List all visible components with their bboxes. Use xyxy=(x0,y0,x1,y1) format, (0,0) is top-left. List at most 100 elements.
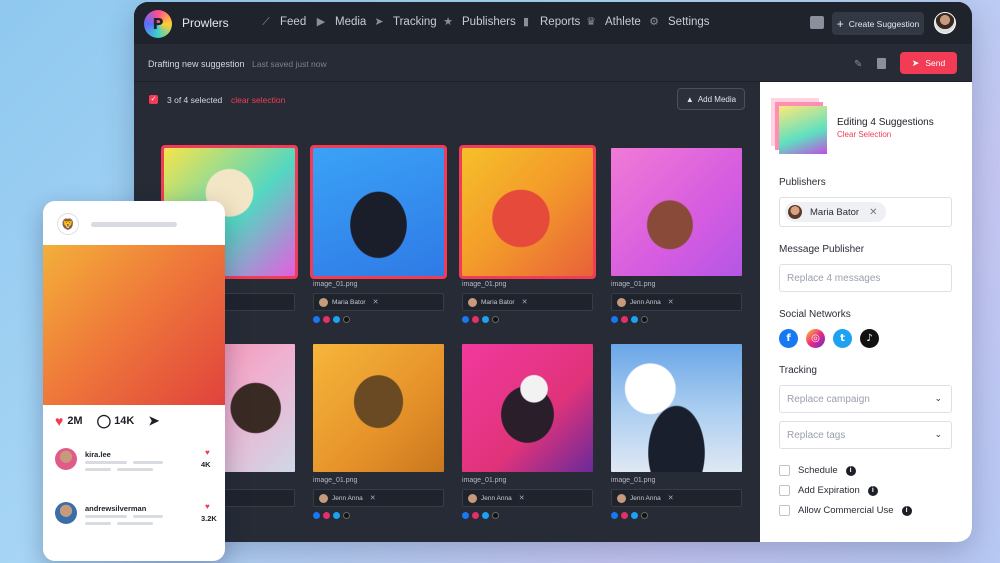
remove-icon[interactable]: ✕ xyxy=(668,494,674,502)
publisher-field[interactable]: Maria Bator ✕ xyxy=(313,293,444,311)
nav-media[interactable]: ▶ Media xyxy=(315,16,367,28)
nav-label: Tracking xyxy=(393,16,437,28)
info-icon[interactable]: i xyxy=(901,505,912,516)
nav-feed[interactable]: ⟋ Feed xyxy=(260,16,306,28)
avatar xyxy=(55,502,77,524)
remove-icon[interactable]: ✕ xyxy=(869,207,877,218)
media-thumbnail[interactable] xyxy=(313,344,444,472)
social-icons xyxy=(462,316,593,323)
publisher-field[interactable]: Jenn Anna ✕ xyxy=(462,489,593,507)
avatar xyxy=(319,297,328,307)
publisher-name: Jenn Anna xyxy=(630,494,661,502)
selection-count: 3 of 4 selected xyxy=(167,95,223,105)
media-card[interactable]: image_01.png Maria Bator ✕ xyxy=(459,145,596,323)
social-icons xyxy=(313,512,444,519)
tiktok-icon[interactable]: ♪ xyxy=(860,329,879,348)
publisher-field[interactable]: Jenn Anna ✕ xyxy=(313,489,444,507)
media-card[interactable]: image_01.png Maria Bator ✕ xyxy=(310,145,447,323)
nav-tracking[interactable]: ➤ Tracking xyxy=(373,16,437,28)
user-avatar[interactable] xyxy=(934,12,956,34)
nav-athlete[interactable]: ♛ Athlete xyxy=(585,16,641,28)
send-button[interactable]: ➤ Send xyxy=(900,52,957,74)
plus-icon: + xyxy=(836,16,844,31)
heart-icon[interactable]: ♥ xyxy=(205,502,210,511)
media-thumbnail[interactable] xyxy=(459,145,596,279)
nav-publishers[interactable]: ★ Publishers xyxy=(442,16,516,28)
schedule-option[interactable]: Schedule i xyxy=(779,465,856,476)
media-card[interactable]: image_01.png Jenn Anna ✕ xyxy=(611,344,742,519)
expiration-checkbox[interactable] xyxy=(779,485,790,496)
edit-pencil-icon[interactable]: ✎ xyxy=(854,59,862,70)
share-icon[interactable]: ➤ xyxy=(148,413,159,429)
select-all-checkbox[interactable]: ✓ xyxy=(149,95,158,104)
message-input[interactable]: Replace 4 messages xyxy=(779,264,952,292)
media-card[interactable]: image_01.png Jenn Anna ✕ xyxy=(313,344,444,519)
avatar xyxy=(468,493,477,503)
tags-select[interactable]: Replace tags ⌄ xyxy=(779,421,952,449)
tracking-send-icon: ➤ xyxy=(374,16,384,28)
reports-bar-icon: ▮ xyxy=(522,16,530,28)
heart-icon[interactable]: ♥ xyxy=(205,448,210,457)
media-card[interactable]: image_01.png Jenn Anna ✕ xyxy=(611,148,742,323)
comment-text-line xyxy=(133,515,163,518)
media-card[interactable]: image_01.png Jenn Anna ✕ xyxy=(462,344,593,519)
comment-text-line xyxy=(85,468,111,471)
publishers-field[interactable]: Maria Bator ✕ xyxy=(779,197,952,227)
comment-icon[interactable]: ◯ xyxy=(97,413,112,429)
publisher-name: Jenn Anna xyxy=(332,494,363,502)
media-play-icon: ▶ xyxy=(316,16,326,28)
add-media-label: Add Media xyxy=(697,94,737,104)
chevron-down-icon: ⌄ xyxy=(934,393,942,403)
send-label: Send xyxy=(925,58,946,68)
instagram-icon[interactable]: ◎ xyxy=(806,329,825,348)
post-stats: ♥ 2M ◯ 14K ➤ xyxy=(55,413,159,429)
info-icon[interactable]: i xyxy=(867,485,878,496)
info-icon[interactable]: i xyxy=(845,465,856,476)
commercial-use-option[interactable]: Allow Commercial Use i xyxy=(779,505,912,516)
publisher-field[interactable]: Maria Bator ✕ xyxy=(462,293,593,311)
remove-icon[interactable]: ✕ xyxy=(370,494,376,502)
trash-icon[interactable] xyxy=(877,58,886,69)
comments-count: 14K xyxy=(114,415,135,427)
add-media-button[interactable]: ▲ Add Media xyxy=(677,88,745,110)
remove-icon[interactable]: ✕ xyxy=(668,298,674,306)
campaign-select[interactable]: Replace campaign ⌄ xyxy=(779,385,952,413)
nav-settings[interactable]: ⚙ Settings xyxy=(648,16,710,28)
option-label: Add Expiration xyxy=(798,485,860,496)
comment-username: kira.lee xyxy=(85,450,111,459)
send-arrow-icon: ➤ xyxy=(911,57,920,68)
media-thumbnail[interactable] xyxy=(611,148,742,276)
tiktok-icon xyxy=(343,316,350,323)
create-suggestion-button[interactable]: + Create Suggestion xyxy=(832,12,924,35)
commercial-use-checkbox[interactable] xyxy=(779,505,790,516)
facebook-icon[interactable]: f xyxy=(779,329,798,348)
clear-selection-link[interactable]: clear selection xyxy=(231,95,285,105)
publisher-name: Maria Bator xyxy=(481,298,515,306)
app-logo[interactable]: P xyxy=(144,10,172,38)
expiration-option[interactable]: Add Expiration i xyxy=(779,485,878,496)
clear-selection-link[interactable]: Clear Selection xyxy=(837,130,891,139)
remove-icon[interactable]: ✕ xyxy=(519,494,525,502)
athlete-trophy-icon: ♛ xyxy=(586,16,596,28)
media-thumbnail[interactable] xyxy=(310,145,447,279)
media-thumbnail[interactable] xyxy=(462,344,593,472)
draft-title: Drafting new suggestion xyxy=(148,59,245,69)
chat-icon[interactable] xyxy=(810,16,824,29)
remove-icon[interactable]: ✕ xyxy=(373,298,379,306)
heart-icon[interactable]: ♥ xyxy=(55,413,63,429)
selected-media-stack xyxy=(779,106,827,154)
facebook-icon xyxy=(611,316,618,323)
nav-reports[interactable]: ▮ Reports xyxy=(520,16,580,28)
publisher-field[interactable]: Jenn Anna ✕ xyxy=(611,293,742,311)
media-filename: image_01.png xyxy=(313,281,358,288)
twitter-icon xyxy=(333,316,340,323)
social-icons xyxy=(611,316,742,323)
avatar xyxy=(468,297,477,307)
publisher-field[interactable]: Jenn Anna ✕ xyxy=(611,489,742,507)
media-thumbnail[interactable] xyxy=(611,344,742,472)
publisher-chip: Jenn Anna ✕ xyxy=(617,493,674,503)
twitter-icon[interactable]: t xyxy=(833,329,852,348)
schedule-checkbox[interactable] xyxy=(779,465,790,476)
remove-icon[interactable]: ✕ xyxy=(522,298,528,306)
social-icons xyxy=(462,512,593,519)
